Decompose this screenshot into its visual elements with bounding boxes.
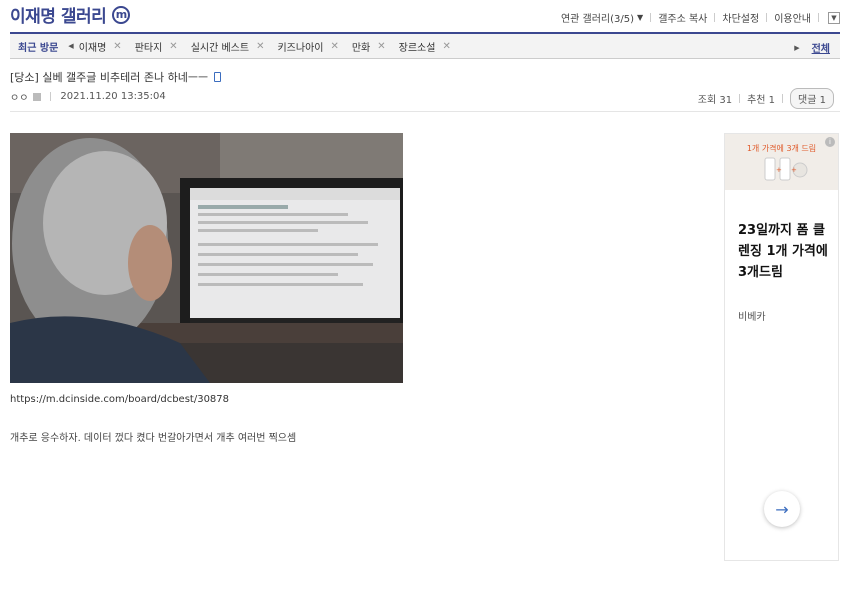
post-title: [당소] 실베 갤주글 비추테러 존나 하네ㅡㅡ xyxy=(10,69,222,85)
close-icon[interactable]: ✕ xyxy=(113,41,121,52)
recent-visit-item[interactable]: 실시간 베스트 ✕ xyxy=(191,39,265,54)
svg-text:+: + xyxy=(776,166,782,174)
divider xyxy=(739,94,741,103)
caret-down-icon[interactable]: ▼ xyxy=(637,13,643,22)
divider xyxy=(50,92,52,101)
visit-item-label[interactable]: 판타지 xyxy=(135,39,163,54)
gallery-title[interactable]: 이재명 갤러리 m xyxy=(10,2,131,27)
divider xyxy=(766,13,768,22)
recent-visit-item[interactable]: 키즈나아이 ✕ xyxy=(277,39,338,54)
recent-visit-item[interactable]: 만화 ✕ xyxy=(352,39,386,54)
divider xyxy=(714,13,716,22)
close-icon[interactable]: ✕ xyxy=(169,41,177,52)
recommend-count: 추천 1 xyxy=(747,95,776,106)
visit-item-label[interactable]: 실시간 베스트 xyxy=(191,39,249,54)
arrow-left-icon[interactable]: ◀ xyxy=(68,42,73,50)
post-title-text: [당소] 실베 갤주글 비추테러 존나 하네ㅡㅡ xyxy=(10,71,209,84)
minor-gallery-badge-icon: m xyxy=(112,5,131,24)
recent-visit-item[interactable]: 이재명 ✕ xyxy=(79,39,122,54)
recent-visits-controls: ▶ 전체 xyxy=(794,40,830,56)
gallery-title-text[interactable]: 이재명 갤러리 xyxy=(10,2,107,27)
visit-item-label[interactable]: 키즈나아이 xyxy=(277,39,323,54)
divider xyxy=(818,13,819,22)
visit-item-label[interactable]: 만화 xyxy=(352,39,370,54)
view-all-link[interactable]: 전체 xyxy=(812,40,830,55)
block-settings-link[interactable]: 차단설정 xyxy=(722,10,759,25)
close-icon[interactable]: ✕ xyxy=(256,41,264,52)
comment-count-button[interactable]: 댓글 1 xyxy=(790,88,834,109)
recent-visit-item[interactable]: 장르소설 ✕ xyxy=(399,39,451,54)
photo-illustration xyxy=(10,133,403,383)
post-counts: 조회 31 추천 1 댓글 1 xyxy=(698,88,834,109)
close-icon[interactable]: ✕ xyxy=(377,41,385,52)
side-ad[interactable]: 1개 가격에 3개 드림 + + i 23일까지 폼 클렌징 1개 가격에 3개… xyxy=(724,133,839,561)
post-source-link[interactable]: https://m.dcinside.com/board/dcbest/3087… xyxy=(10,394,229,405)
arrow-right-icon[interactable]: → xyxy=(764,491,800,527)
divider xyxy=(782,94,784,103)
ad-image[interactable]: 1개 가격에 3개 드림 + + i xyxy=(725,134,838,190)
recent-visits-label: 최근 방문 xyxy=(18,42,59,54)
recent-visits-bar: 최근 방문 ◀ 이재명 ✕ 판타지 ✕ 실시간 베스트 ✕ 키즈나아이 ✕ 만화 ✕ 장르… xyxy=(10,32,840,59)
visit-item-label[interactable]: 이재명 xyxy=(79,39,107,54)
recent-visit-item[interactable]: 판타지 ✕ xyxy=(135,39,178,54)
related-gallery-link[interactable]: 연관 갤러리(3/5) xyxy=(561,10,634,25)
info-icon[interactable]: i xyxy=(825,137,835,147)
writer-info: ㅇㅇ 2021.11.20 13:35:04 xyxy=(10,89,166,104)
post-body-text: 개추로 응수하자. 데이터 껐다 켰다 번갈아가면서 개추 여러번 찍으셈 xyxy=(10,433,297,444)
svg-text:+: + xyxy=(791,166,797,174)
post-meta: ㅇㅇ 2021.11.20 13:35:04 조회 31 추천 1 댓글 1 xyxy=(10,88,840,112)
close-icon[interactable]: ✕ xyxy=(442,41,450,52)
ad-brand[interactable]: 비베카 xyxy=(738,308,766,323)
ad-headline[interactable]: 23일까지 폼 클렌징 1개 가격에 3개드림 xyxy=(738,220,833,283)
visit-item-label[interactable]: 장르소설 xyxy=(399,39,436,54)
guide-link[interactable]: 이용안내 xyxy=(774,10,811,25)
gallery-header: 이재명 갤러리 m 연관 갤러리(3/5) ▼ 갤주소 복사 차단설정 이용안내… xyxy=(10,0,840,32)
top-links: 연관 갤러리(3/5) ▼ 갤주소 복사 차단설정 이용안내 ▼ xyxy=(561,10,840,25)
product-illustration: + + xyxy=(764,157,808,181)
more-dropdown-button[interactable]: ▼ xyxy=(828,11,840,24)
nickname-icon xyxy=(33,92,42,101)
copy-address-link[interactable]: 갤주소 복사 xyxy=(658,10,707,25)
post-date: 2021.11.20 13:35:04 xyxy=(60,91,166,102)
mobile-icon xyxy=(214,72,222,82)
post-photo[interactable] xyxy=(10,133,403,383)
divider xyxy=(650,13,652,22)
view-count: 조회 31 xyxy=(697,95,733,106)
writer-nickname[interactable]: ㅇㅇ xyxy=(10,89,28,104)
arrow-right-icon[interactable]: ▶ xyxy=(794,44,799,52)
close-icon[interactable]: ✕ xyxy=(330,41,338,52)
